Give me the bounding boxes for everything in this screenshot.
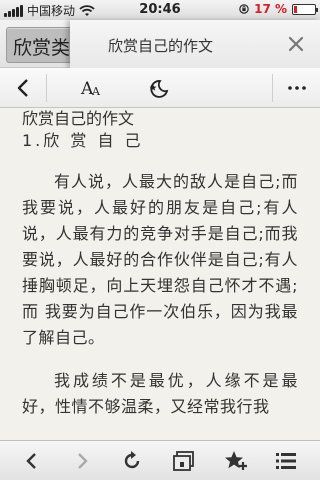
status-bar: 中国移动 20:46 17 % [0,0,320,20]
background-tab[interactable]: 欣赏类 [6,27,80,63]
article-paragraph: 我成绩不是最优，人缘不是最好，性情不够温柔，又经常我行我 [22,371,298,416]
refresh-icon [124,451,140,469]
reader-toolbar: A A [0,68,320,108]
more-button[interactable] [273,68,320,108]
back-arrow-icon [26,453,36,469]
font-size-button[interactable]: A A [72,68,112,108]
battery-percent: 17 % [254,2,287,16]
menu-button[interactable] [264,441,308,480]
article-title: 欣赏自己的作文 [22,109,135,128]
forward-arrow-icon [78,453,88,469]
back-button[interactable] [0,68,46,108]
font-size-icon: A A [80,79,101,98]
forward-nav-button[interactable] [60,441,104,480]
menu-icon [276,453,296,469]
bookmark-add-icon [225,451,247,470]
close-icon[interactable] [286,34,306,54]
night-mode-button[interactable] [138,68,178,108]
article-paragraph: 有人说，人最大的敌人是自己;而我要说，人最好的朋友是自己;有人说，人最有力的竞争… [22,172,298,347]
bookmark-add-button[interactable] [214,441,258,480]
more-icon [287,86,306,90]
back-nav-button[interactable] [10,441,54,480]
title-bar: 欣赏类 欣赏自己的作文 [0,20,320,68]
night-mode-icon [149,80,169,98]
toolbar-divider [46,74,47,102]
article-content[interactable]: 欣赏自己的作文 1.欣 赏 自 己 有人说，人最大的敌人是自己;而我要说，人最好… [0,108,320,440]
tabs-button[interactable] [162,441,206,480]
back-icon [17,79,28,97]
svg-text:A: A [91,85,101,98]
page-title: 欣赏自己的作文 [108,37,214,55]
rotation-lock-icon [239,4,249,14]
tabs-icon [173,451,194,471]
status-right: 17 % [239,2,318,16]
refresh-button[interactable] [110,441,154,480]
browser-bottom-bar [0,440,320,480]
article-subtitle: 1.欣 赏 自 己 [22,131,144,150]
current-tab: 欣赏自己的作文 [70,20,320,68]
battery-icon [292,3,318,15]
